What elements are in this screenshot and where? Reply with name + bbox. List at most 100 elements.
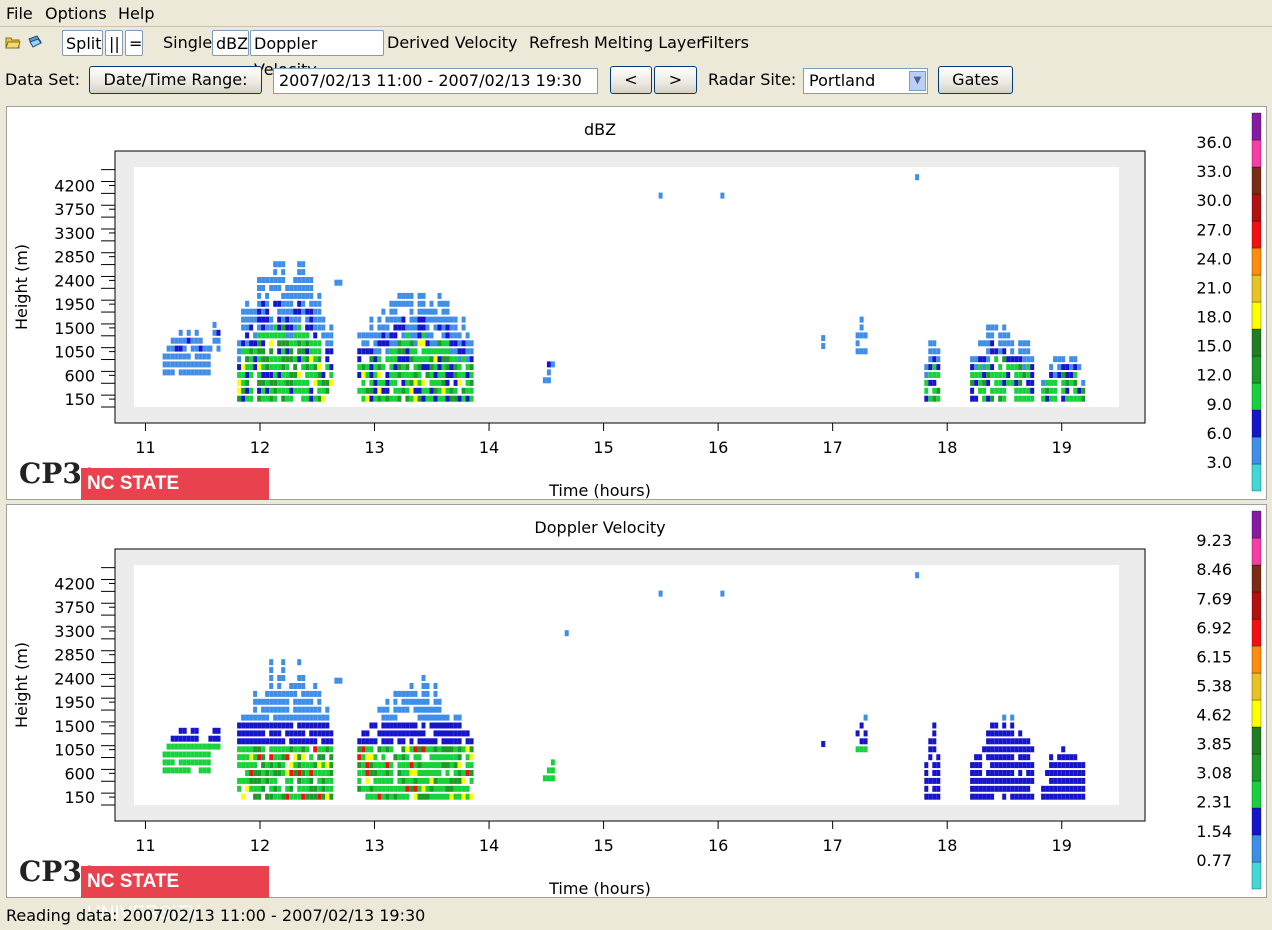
echo-cell [1006, 738, 1011, 745]
echo-cell [281, 308, 286, 315]
echo-cell [1053, 770, 1058, 776]
echo-cell [932, 730, 937, 737]
echo-cell [453, 770, 458, 776]
echo-cell [237, 785, 242, 792]
echo-cell [449, 372, 454, 378]
echo-cell [198, 767, 203, 774]
echo-cell [445, 348, 450, 355]
echo-cell [237, 364, 242, 371]
echo-cell [216, 337, 221, 344]
echo-cell [281, 722, 286, 729]
echo-cell [245, 340, 250, 347]
melting-layer-button[interactable]: Melting Layer [594, 30, 703, 56]
split-button[interactable]: Split [62, 30, 103, 56]
echo-cell [261, 770, 266, 776]
echo-cell [321, 730, 326, 737]
echo-cell [445, 722, 450, 729]
echo-cell [445, 777, 450, 784]
doppler-velocity-button[interactable]: Doppler Velocity [250, 30, 384, 79]
echo-cell [994, 746, 999, 753]
dbz-button[interactable]: dBZ [212, 30, 249, 56]
menu-help[interactable]: Help [118, 4, 154, 23]
echo-cell [241, 387, 246, 394]
echo-cell [257, 285, 262, 291]
echo-cell [393, 316, 398, 323]
colorbar-segment [1251, 220, 1262, 249]
echo-cell [301, 395, 306, 402]
derived-velocity-button[interactable]: Derived Velocity [387, 30, 518, 56]
echo-cell [281, 770, 286, 776]
open-file-icon[interactable] [27, 34, 43, 50]
next-button[interactable]: > [654, 66, 697, 94]
menu-file[interactable]: File [6, 4, 33, 23]
y-tick-label: 1050 [54, 741, 95, 760]
date-time-range-button[interactable]: Date/Time Range: [89, 66, 262, 94]
date-time-range-field[interactable]: 2007/02/13 11:00 - 2007/02/13 19:30 [273, 68, 598, 94]
echo-cell [305, 348, 310, 355]
previous-button[interactable]: < [610, 66, 652, 94]
colorbar-label: 3.85 [1196, 734, 1232, 753]
echo-cell [361, 364, 366, 371]
echo-cell [1002, 332, 1007, 339]
echo-cell [261, 379, 266, 386]
echo-cell [273, 332, 278, 339]
echo-cell [257, 395, 262, 402]
echo-cell [261, 785, 266, 792]
echo-cell [182, 751, 187, 758]
colorbar-label: 15.0 [1196, 337, 1232, 356]
echo-cell [162, 361, 167, 368]
filters-button[interactable]: Filters [701, 30, 749, 56]
chevron-down-icon[interactable]: ▼ [909, 71, 926, 91]
echo-cell [970, 379, 975, 386]
echo-cell [1045, 785, 1050, 792]
echo-cell [281, 348, 286, 355]
echo-cell [257, 364, 262, 371]
echo-cell [445, 714, 450, 721]
radar-site-select[interactable]: Portland ▼ [803, 68, 928, 94]
echo-cell [313, 372, 318, 378]
echo-cell [261, 730, 266, 737]
echo-cell [237, 738, 242, 745]
echo-cell [457, 332, 462, 339]
stacked-layout-button[interactable]: = [125, 30, 143, 56]
echo-cell [329, 332, 334, 339]
parallel-layout-button[interactable]: || [105, 30, 123, 56]
echo-cell [978, 387, 983, 394]
gates-button[interactable]: Gates [938, 66, 1013, 94]
echo-cell [182, 337, 187, 344]
echo-cell [245, 762, 250, 769]
echo-cell [305, 762, 310, 769]
open-folder-icon[interactable] [5, 34, 21, 50]
echo-cell [863, 738, 868, 745]
echo-cell [313, 356, 318, 363]
echo-cell [445, 746, 450, 753]
echo-cell [325, 706, 330, 713]
echo-cell [178, 743, 183, 750]
echo-cell [1010, 730, 1015, 737]
dbz-chart[interactable]: dBZ1506001050150019502400285033003750420… [7, 107, 1266, 499]
echo-cell [421, 777, 426, 784]
echo-cell [1002, 356, 1007, 363]
echo-cell [441, 722, 446, 729]
single-button[interactable]: Single [163, 30, 212, 56]
y-tick-label: 2850 [54, 646, 95, 665]
echo-cell [397, 754, 402, 761]
echo-cell [309, 777, 314, 784]
echo-cell [377, 372, 382, 378]
echo-cell [401, 348, 406, 355]
echo-cell [301, 722, 306, 729]
echo-cell [409, 356, 414, 363]
echo-cell [373, 356, 378, 363]
menu-options[interactable]: Options [45, 4, 107, 23]
doppler-chart[interactable]: Doppler Velocity150600105015001950240028… [7, 505, 1266, 897]
refresh-button[interactable]: Refresh [529, 30, 589, 56]
echo-cell [397, 387, 402, 394]
echo-cell [417, 379, 422, 386]
echo-cell [321, 785, 326, 792]
echo-cell [281, 793, 286, 800]
echo-cell [1010, 714, 1015, 721]
echo-cell [249, 754, 254, 761]
echo-cell [285, 356, 290, 363]
echo-cell [365, 793, 370, 800]
echo-cell [469, 738, 474, 745]
